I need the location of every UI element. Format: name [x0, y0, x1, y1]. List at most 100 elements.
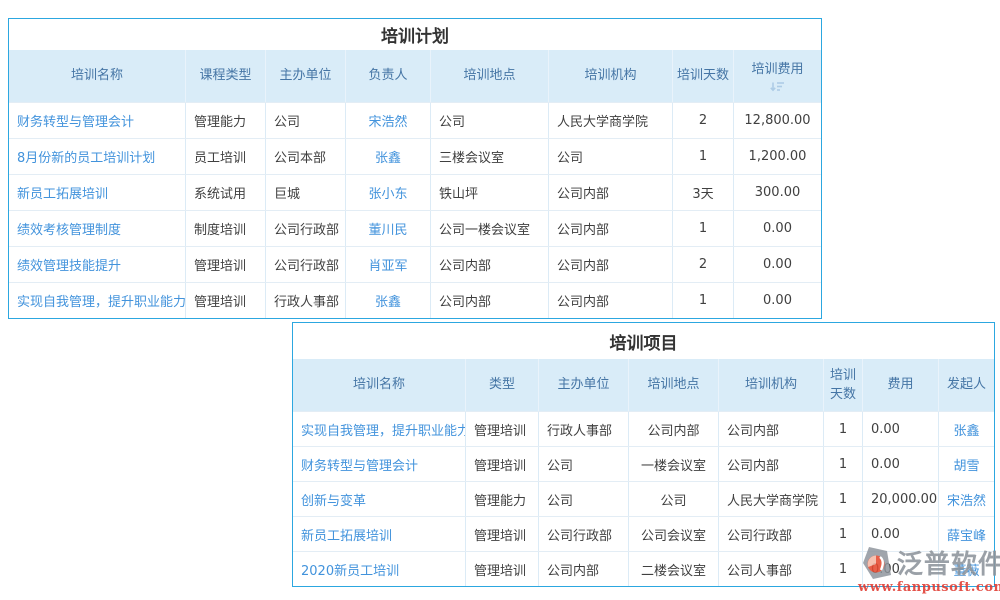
- table-cell: 三楼会议室: [431, 139, 549, 174]
- table-cell: 公司会议室: [629, 517, 719, 551]
- table-cell: 1: [673, 211, 734, 246]
- table-cell: 公司人事部: [719, 552, 824, 586]
- table-cell: 公司内部: [549, 175, 673, 210]
- table-cell: 员工培训: [186, 139, 266, 174]
- link-cell[interactable]: 张鑫: [939, 412, 994, 446]
- table-cell: 公司: [539, 447, 629, 481]
- column-header-label: 培训名称: [353, 375, 405, 395]
- table-cell: 管理培训: [186, 247, 266, 282]
- table-cell: 公司内部: [549, 247, 673, 282]
- table-cell: 1: [824, 482, 863, 516]
- table-cell: 0.00: [734, 211, 821, 246]
- table-cell: 2: [673, 103, 734, 138]
- table-cell: 管理能力: [466, 482, 539, 516]
- link-cell[interactable]: 绩效考核管理制度: [9, 211, 186, 246]
- table-cell: 公司行政部: [266, 247, 346, 282]
- link-cell[interactable]: 张鑫: [346, 283, 431, 318]
- link-cell[interactable]: 实现自我管理，提升职业能力: [9, 283, 186, 318]
- link-cell[interactable]: 宋浩然: [346, 103, 431, 138]
- table-cell: 公司: [539, 482, 629, 516]
- link-cell[interactable]: 张鑫: [346, 139, 431, 174]
- table-row: 绩效管理技能提升管理培训公司行政部肖亚军公司内部公司内部20.00: [9, 246, 821, 282]
- table-cell: 1: [824, 447, 863, 481]
- fanpusoft-watermark: 泛普软件 www.fanpusoft.com: [858, 544, 1000, 595]
- link-cell[interactable]: 财务转型与管理会计: [293, 447, 466, 481]
- table-cell: 管理培训: [466, 552, 539, 586]
- table-cell: 管理培训: [466, 517, 539, 551]
- table-cell: 0.00: [734, 247, 821, 282]
- column-header-label: 类型: [489, 375, 515, 395]
- table-row: 实现自我管理，提升职业能力管理培训行政人事部公司内部公司内部10.00张鑫: [293, 411, 994, 446]
- table-cell: 一楼会议室: [629, 447, 719, 481]
- column-header-label: 培训费用: [751, 60, 803, 80]
- training-plan-table: 培训计划 培训名称课程类型主办单位负责人培训地点培训机构培训天数培训费用 财务转…: [8, 18, 822, 319]
- column-header-label: 培训名称: [71, 66, 123, 86]
- column-header-2: 主办单位: [266, 50, 346, 102]
- table-cell: 公司内部: [629, 412, 719, 446]
- table-cell: 人民大学商学院: [549, 103, 673, 138]
- table-cell: 0.00: [734, 283, 821, 318]
- table-cell: 公司: [266, 103, 346, 138]
- table-row: 财务转型与管理会计管理培训公司一楼会议室公司内部10.00胡雪: [293, 446, 994, 481]
- table-cell: 公司: [431, 103, 549, 138]
- link-cell[interactable]: 董川民: [346, 211, 431, 246]
- table-cell: 0.00: [863, 412, 939, 446]
- link-cell[interactable]: 实现自我管理，提升职业能力: [293, 412, 466, 446]
- column-header-label: 培训地点: [463, 66, 515, 86]
- table-cell: 管理培训: [466, 412, 539, 446]
- column-header-3: 负责人: [346, 50, 431, 102]
- table-row: 创新与变革管理能力公司公司人民大学商学院120,000.00宋浩然: [293, 481, 994, 516]
- table-cell: 1,200.00: [734, 139, 821, 174]
- column-header-6: 费用: [863, 359, 939, 411]
- column-header-label: 培训机构: [584, 66, 636, 86]
- table-body: 财务转型与管理会计管理能力公司宋浩然公司人民大学商学院212,800.008月份…: [9, 102, 821, 318]
- table-row: 8月份新的员工培训计划员工培训公司本部张鑫三楼会议室公司11,200.00: [9, 138, 821, 174]
- column-header-7: 发起人: [939, 359, 994, 411]
- table-cell: 人民大学商学院: [719, 482, 824, 516]
- table-cell: 0.00: [863, 447, 939, 481]
- table-cell: 公司行政部: [719, 517, 824, 551]
- table-cell: 1: [824, 412, 863, 446]
- column-header-4: 培训机构: [719, 359, 824, 411]
- table-cell: 公司一楼会议室: [431, 211, 549, 246]
- column-header-1: 类型: [466, 359, 539, 411]
- table-cell: 公司内部: [431, 247, 549, 282]
- link-cell[interactable]: 胡雪: [939, 447, 994, 481]
- sort-icon[interactable]: [770, 81, 785, 92]
- column-header-0: 培训名称: [9, 50, 186, 102]
- column-header-label: 主办单位: [279, 66, 331, 86]
- column-header-label: 培训地点: [647, 375, 699, 395]
- table-cell: 300.00: [734, 175, 821, 210]
- link-cell[interactable]: 财务转型与管理会计: [9, 103, 186, 138]
- link-cell[interactable]: 张小东: [346, 175, 431, 210]
- table-cell: 公司内部: [719, 412, 824, 446]
- table-cell: 巨城: [266, 175, 346, 210]
- column-header-7[interactable]: 培训费用: [734, 50, 821, 102]
- column-header-5: 培训机构: [549, 50, 673, 102]
- table-cell: 公司内部: [431, 283, 549, 318]
- table-row: 新员工拓展培训系统试用巨城张小东铁山坪公司内部3天300.00: [9, 174, 821, 210]
- table-cell: 公司内部: [719, 447, 824, 481]
- column-header-label: 负责人: [368, 66, 407, 86]
- link-cell[interactable]: 新员工拓展培训: [9, 175, 186, 210]
- table-cell: 公司内部: [549, 283, 673, 318]
- table-cell: 管理能力: [186, 103, 266, 138]
- link-cell[interactable]: 新员工拓展培训: [293, 517, 466, 551]
- link-cell[interactable]: 宋浩然: [939, 482, 994, 516]
- fanpusoft-logo-icon: [861, 545, 895, 581]
- column-header-label: 培训天数: [677, 66, 729, 86]
- column-header-2: 主办单位: [539, 359, 629, 411]
- column-header-label: 费用: [887, 375, 913, 395]
- column-header-label: 培训机构: [745, 375, 797, 395]
- link-cell[interactable]: 创新与变革: [293, 482, 466, 516]
- link-cell[interactable]: 8月份新的员工培训计划: [9, 139, 186, 174]
- table-cell: 公司行政部: [266, 211, 346, 246]
- table-cell: 3天: [673, 175, 734, 210]
- link-cell[interactable]: 肖亚军: [346, 247, 431, 282]
- table-cell: 1: [673, 139, 734, 174]
- table-title: 培训计划: [9, 19, 821, 50]
- link-cell[interactable]: 绩效管理技能提升: [9, 247, 186, 282]
- column-header-label: 培训天数: [828, 366, 858, 405]
- link-cell[interactable]: 2020新员工培训: [293, 552, 466, 586]
- table-cell: 公司本部: [266, 139, 346, 174]
